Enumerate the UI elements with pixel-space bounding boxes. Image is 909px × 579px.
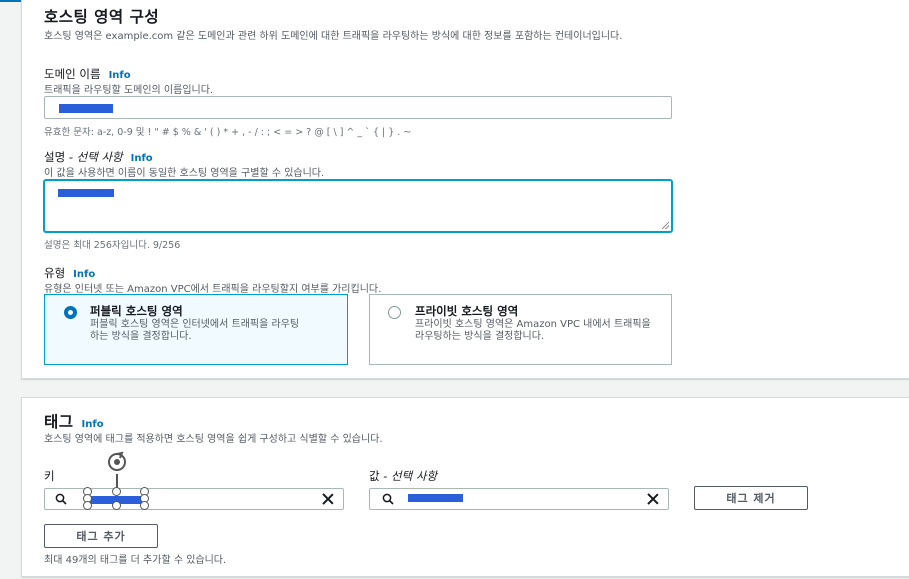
selection-handle[interactable] — [83, 501, 92, 510]
comment-label: 설명 - 선택 사항 Info — [44, 150, 153, 164]
redacted-domain-value — [59, 104, 113, 113]
tags-info-link[interactable]: Info — [82, 419, 104, 430]
selection-handle[interactable] — [112, 487, 121, 496]
redacted-value-value — [408, 494, 463, 502]
type-info-link[interactable]: Info — [73, 269, 95, 280]
comment-info-link[interactable]: Info — [131, 153, 153, 164]
tags-panel: 태그 Info 호스팅 영역에 태그를 적용하면 호스팅 영역을 쉽게 구성하고 … — [21, 397, 909, 577]
domain-name-constraint: 유효한 문자: a-z, 0-9 및 ! " # $ % & ' ( ) * +… — [44, 127, 412, 138]
type-label: 유형 Info — [44, 266, 96, 280]
add-tag-button[interactable]: 태그 추가 — [44, 524, 158, 548]
type-description: 유형은 인터넷 또는 Amazon VPC에서 트래픽을 라우팅할지 여부를 가… — [44, 284, 382, 295]
remove-tag-button[interactable]: 태그 제거 — [694, 486, 808, 510]
private-hosted-zone-option[interactable]: 프라이빗 호스팅 영역 프라이빗 호스팅 영역은 Amazon VPC 내에서 … — [369, 294, 672, 365]
hosted-zone-config-panel: 호스팅 영역 구성 호스팅 영역은 example.com 같은 도메인과 관련… — [21, 0, 909, 379]
rotate-handle-icon[interactable] — [104, 450, 130, 476]
resize-handle[interactable] — [662, 222, 669, 229]
domain-name-description: 트래픽을 라우팅할 도메인의 이름입니다. — [44, 85, 214, 96]
section-title: 호스팅 영역 구성 — [44, 8, 160, 26]
public-radio[interactable] — [64, 306, 77, 319]
search-icon — [382, 493, 394, 505]
tag-value-input[interactable] — [369, 488, 669, 510]
domain-name-label: 도메인 이름 Info — [44, 67, 131, 81]
selection-handle[interactable] — [140, 501, 149, 510]
domain-info-link[interactable]: Info — [109, 70, 131, 81]
domain-name-input[interactable] — [44, 96, 672, 119]
tags-description: 호스팅 영역에 태그를 적용하면 호스팅 영역을 쉽게 구성하고 식별할 수 있… — [44, 434, 383, 445]
private-option-description: 프라이빗 호스팅 영역은 Amazon VPC 내에서 트래픽을 라우팅하는 방… — [415, 319, 651, 342]
public-hosted-zone-option[interactable]: 퍼블릭 호스팅 영역 퍼블릭 호스팅 영역은 인터넷에서 트래픽을 라우팅하는 … — [44, 294, 348, 365]
tags-limit-text: 최대 49개의 태그를 더 추가할 수 있습니다. — [44, 555, 227, 566]
clear-value-icon[interactable] — [647, 493, 659, 505]
tags-heading: 태그 Info — [44, 413, 104, 431]
public-option-title: 퍼블릭 호스팅 영역 — [90, 304, 183, 318]
comment-constraint: 설명은 최대 256자입니다. 9/256 — [44, 240, 181, 251]
comment-textarea[interactable] — [44, 180, 672, 232]
private-option-title: 프라이빗 호스팅 영역 — [415, 304, 519, 318]
redacted-comment-value — [58, 189, 114, 197]
tag-value-label: 값 - 선택 사항 — [369, 469, 438, 483]
private-radio[interactable] — [388, 306, 401, 319]
comment-description: 이 값을 사용하면 이름이 동일한 호스팅 영역을 구별할 수 있습니다. — [44, 168, 325, 179]
selection-handle[interactable] — [112, 501, 121, 510]
tag-key-label: 키 — [44, 469, 55, 483]
public-option-description: 퍼블릭 호스팅 영역은 인터넷에서 트래픽을 라우팅하는 방식을 결정합니다. — [90, 319, 300, 342]
section-description: 호스팅 영역은 example.com 같은 도메인과 관련 하위 도메인에 대… — [44, 31, 623, 42]
clear-key-icon[interactable] — [322, 493, 334, 505]
search-icon — [55, 493, 67, 505]
